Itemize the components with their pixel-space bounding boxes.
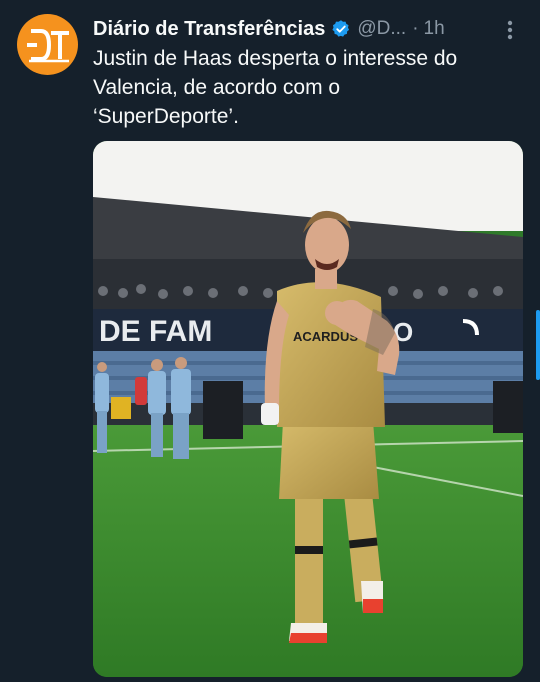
tweet-text-line: Justin de Haas desperta o interesse do <box>93 47 458 70</box>
verified-badge-icon <box>331 19 351 39</box>
timestamp[interactable]: 1h <box>424 18 445 40</box>
user-handle[interactable]: @D... <box>357 18 406 40</box>
dt-logo-icon <box>26 28 69 62</box>
banner-text: DE FAM <box>99 315 212 348</box>
profile-avatar[interactable] <box>17 14 78 75</box>
tweet[interactable]: Diário de Transferências @D... · 1h Just… <box>0 0 540 682</box>
football-player-photo: DE FAM O ACARDUS <box>93 141 523 677</box>
display-name[interactable]: Diário de Transferências <box>93 18 325 41</box>
separator-dot: · <box>412 18 419 39</box>
tweet-header: Diário de Transferências @D... · 1h <box>93 14 540 44</box>
more-options-button[interactable] <box>496 16 524 44</box>
tweet-text-line: ‘SuperDeporte’. <box>93 105 239 128</box>
tweet-text: Justin de Haas desperta o interesse do V… <box>93 44 513 131</box>
more-vertical-icon <box>507 20 513 40</box>
scroll-indicator[interactable] <box>536 310 540 380</box>
tweet-photo[interactable]: DE FAM O ACARDUS <box>93 141 523 677</box>
tweet-text-line: Valencia, de acordo com o <box>93 76 341 99</box>
